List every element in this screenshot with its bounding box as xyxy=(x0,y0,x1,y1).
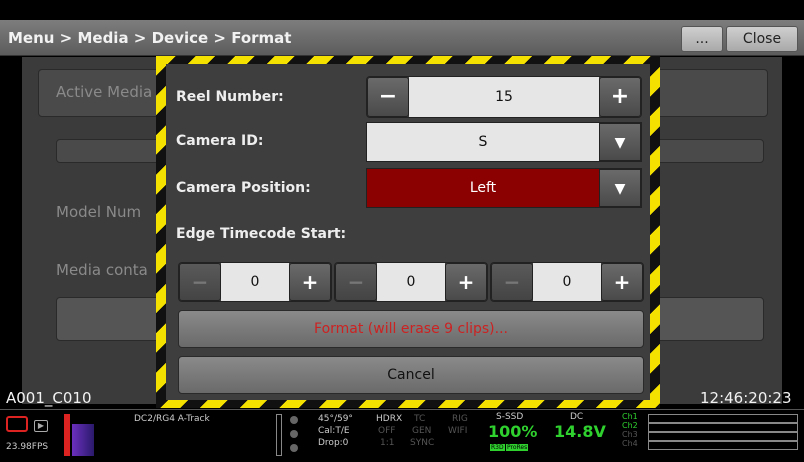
breadcrumb: Menu > Media > Device > Format xyxy=(8,29,292,47)
status-dot-2 xyxy=(290,430,298,438)
level-meter xyxy=(276,414,282,456)
timecode-hours-value: 0 xyxy=(221,263,289,301)
channel-4-label: Ch4 xyxy=(622,439,638,448)
track-readout: DC2/RG4 A-Track xyxy=(134,414,210,424)
codec-ratio-readout: 1:1 xyxy=(380,438,395,448)
status-bar: ▶ 23.98FPS DC2/RG4 A-Track 45°/59° Cal:T… xyxy=(0,409,804,462)
camera-position-label: Camera Position: xyxy=(176,180,311,196)
reel-number-decrement-button[interactable]: − xyxy=(367,77,409,117)
timecode-hours-increment-button[interactable]: + xyxy=(289,263,331,301)
media-contents-label: Media conta xyxy=(56,261,148,279)
camera-screen: Menu > Media > Device > Format ... Close… xyxy=(0,0,804,462)
timecode-seconds-value: 0 xyxy=(533,263,601,301)
timecode-display: 12:46:20:23 xyxy=(700,389,792,407)
drop-readout: Drop:0 xyxy=(318,438,349,448)
close-button[interactable]: Close xyxy=(726,26,798,52)
channel-2-label: Ch2 xyxy=(622,421,638,430)
tc-sync-readout: SYNC xyxy=(410,438,435,448)
reel-number-value: 15 xyxy=(409,77,599,117)
format-dialog: Reel Number: − 15 + Camera ID: S ▼ Camer… xyxy=(156,56,660,408)
media-percent: 100% xyxy=(488,422,538,441)
reel-number-increment-button[interactable]: + xyxy=(599,77,641,117)
play-icon: ▶ xyxy=(34,420,48,432)
model-number-label: Model Num xyxy=(56,203,142,221)
chevron-down-icon[interactable]: ▼ xyxy=(599,123,641,161)
timecode-hours-decrement-button[interactable]: − xyxy=(179,263,221,301)
clip-name: A001_C010 xyxy=(6,389,92,407)
channel-1-label: Ch1 xyxy=(622,412,638,421)
camera-id-value: S xyxy=(367,123,599,161)
format-button[interactable]: Format (will erase 9 clips)... xyxy=(178,310,644,348)
codec-off-readout: OFF xyxy=(378,426,396,436)
timecode-minutes-stepper: − 0 + xyxy=(334,262,488,302)
edge-timecode-label: Edge Timecode Start: xyxy=(176,226,347,242)
camera-position-value: Left xyxy=(367,169,599,207)
status-dot-3 xyxy=(290,444,298,452)
camera-id-dropdown[interactable]: S ▼ xyxy=(366,122,642,162)
r3d-badge: R3D xyxy=(490,444,505,451)
cal-readout: Cal:T/E xyxy=(318,426,350,436)
rig-wifi-readout: WIFI xyxy=(448,426,468,436)
timecode-seconds-stepper: − 0 + xyxy=(490,262,644,302)
power-label: DC xyxy=(570,412,584,422)
active-media-label: Active Media xyxy=(56,83,153,101)
shutter-readout: 45°/59° xyxy=(318,414,353,424)
timecode-minutes-value: 0 xyxy=(377,263,445,301)
more-button[interactable]: ... xyxy=(681,26,723,52)
tc-gen-readout: GEN xyxy=(412,426,432,436)
reel-number-stepper: − 15 + xyxy=(366,76,642,118)
timecode-minutes-decrement-button[interactable]: − xyxy=(335,263,377,301)
timecode-hours-stepper: − 0 + xyxy=(178,262,332,302)
audio-meter-ch2 xyxy=(648,423,798,432)
fps-readout: 23.98FPS xyxy=(6,442,49,452)
status-dot-1 xyxy=(290,416,298,424)
dialog-body: Reel Number: − 15 + Camera ID: S ▼ Camer… xyxy=(166,64,650,400)
chevron-down-icon[interactable]: ▼ xyxy=(599,169,641,207)
timecode-minutes-increment-button[interactable]: + xyxy=(445,263,487,301)
camera-position-dropdown[interactable]: Left ▼ xyxy=(366,168,642,208)
media-type-label: S-SSD xyxy=(496,412,524,422)
cancel-button[interactable]: Cancel xyxy=(178,356,644,394)
tc-readout: TC xyxy=(414,414,426,424)
power-voltage: 14.8V xyxy=(554,422,606,441)
timecode-seconds-increment-button[interactable]: + xyxy=(601,263,643,301)
audio-level-bar xyxy=(64,414,70,456)
timecode-seconds-decrement-button[interactable]: − xyxy=(491,263,533,301)
prores-badge: ProRes xyxy=(506,444,529,451)
codec-readout: HDRX xyxy=(376,414,403,424)
channel-3-label: Ch3 xyxy=(622,430,638,439)
audio-meter-ch3 xyxy=(648,432,798,441)
reel-number-label: Reel Number: xyxy=(176,89,284,105)
audio-meter-ch1 xyxy=(648,414,798,423)
histogram xyxy=(72,424,94,456)
rig-readout: RIG xyxy=(452,414,468,424)
audio-meter-ch4 xyxy=(648,441,798,450)
camera-record-icon xyxy=(6,416,28,432)
camera-id-label: Camera ID: xyxy=(176,133,264,149)
